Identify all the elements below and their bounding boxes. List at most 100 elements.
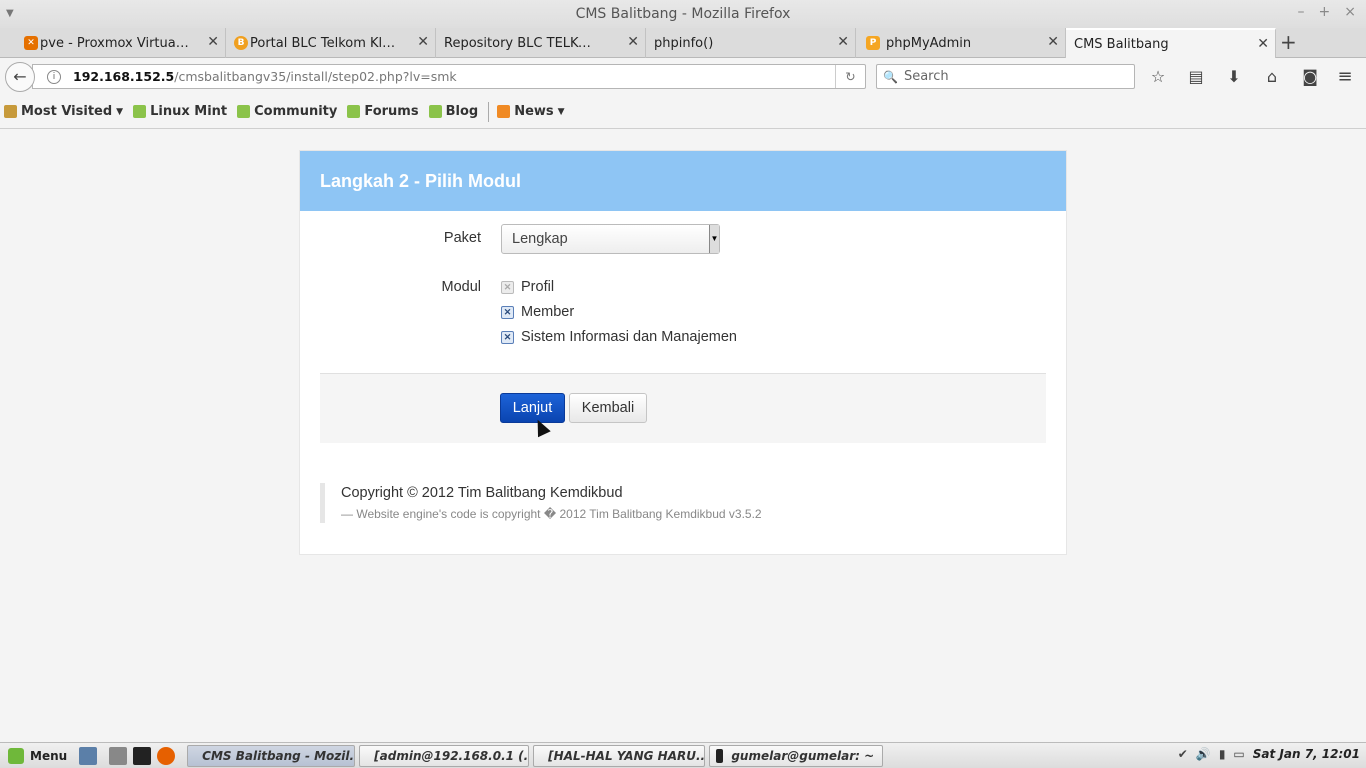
tab-close-icon[interactable]: ✕	[627, 34, 639, 50]
tab-repository[interactable]: Repository BLC TELKOM ✕	[436, 28, 646, 58]
lanjut-button[interactable]: Lanjut	[500, 393, 565, 423]
download-icon[interactable]: ⬇	[1220, 64, 1248, 89]
mint-icon	[237, 105, 251, 118]
task-firefox[interactable]: CMS Balitbang - Mozil...	[187, 744, 356, 767]
home-icon[interactable]: ⌂	[1258, 64, 1286, 89]
module-label: Profil	[521, 279, 555, 295]
bookmark-star-icon[interactable]: ☆	[1144, 64, 1172, 89]
module-profil[interactable]: ✕ Profil	[501, 279, 554, 295]
tab-label: CMS Balitbang	[1074, 36, 1169, 52]
battery-icon[interactable]: ▭	[1233, 747, 1244, 761]
url-path: /cmsbalitbangv35/install/step02.php?lv=s…	[174, 69, 457, 84]
start-menu-label: Menu	[30, 748, 68, 763]
bookmarks-toolbar: Most Visited ▼ Linux Mint Community Foru…	[0, 95, 1366, 129]
new-tab-icon[interactable]: +	[1280, 30, 1297, 54]
mint-icon	[347, 105, 361, 118]
mint-logo-icon	[8, 747, 24, 764]
kembali-button[interactable]: Kembali	[569, 393, 647, 423]
search-icon: 🔍	[883, 69, 898, 84]
window-titlebar: ▼ CMS Balitbang - Mozilla Firefox – + ×	[0, 0, 1366, 28]
terminal-icon	[716, 748, 724, 763]
firefox-launcher-icon[interactable]	[157, 746, 176, 765]
reload-icon[interactable]: ↻	[835, 65, 865, 88]
search-input[interactable]: 🔍 Search	[876, 64, 1135, 89]
bookmark-forums[interactable]: Forums	[347, 104, 419, 119]
folder-icon	[4, 105, 17, 118]
tab-label: phpinfo()	[654, 35, 714, 51]
chevron-down-icon: ▼	[116, 106, 124, 117]
task-terminal[interactable]: gumelar@gumelar: ~	[709, 744, 884, 767]
mint-icon	[133, 105, 147, 118]
system-taskbar: Menu CMS Balitbang - Mozil... [admin@192…	[0, 742, 1366, 768]
bookmark-blog[interactable]: Blog	[428, 104, 478, 119]
tab-label: Repository BLC TELKOM	[444, 35, 594, 51]
clock[interactable]: Sat Jan 7, 12:01	[1253, 747, 1360, 761]
tab-close-icon[interactable]: ✕	[207, 34, 219, 50]
hamburger-menu-icon[interactable]: ≡	[1332, 64, 1358, 89]
module-sim[interactable]: ✕ Sistem Informasi dan Manajemen	[501, 329, 737, 345]
bookmark-linux-mint[interactable]: Linux Mint	[133, 104, 227, 119]
module-member[interactable]: ✕ Member	[501, 304, 574, 320]
tab-close-icon[interactable]: ✕	[1257, 36, 1269, 52]
volume-icon[interactable]: 🔊	[1196, 747, 1211, 761]
form-actions: Lanjut Kembali	[320, 373, 1046, 443]
tab-phpmyadmin[interactable]: P phpMyAdmin ✕	[856, 28, 1066, 58]
bookmark-separator	[488, 101, 490, 122]
tab-phpinfo[interactable]: phpinfo() ✕	[646, 28, 856, 58]
tab-proxmox[interactable]: ✕ pve - Proxmox Virtual E... ✕	[16, 28, 226, 58]
file-manager-icon[interactable]	[109, 746, 128, 765]
bitcoin-favicon-icon: B	[234, 36, 248, 50]
page-title: Langkah 2 - Pilih Modul	[320, 170, 522, 191]
network-icon[interactable]: ▮	[1219, 747, 1226, 761]
back-arrow-icon: ←	[13, 67, 27, 86]
bookmark-label: Linux Mint	[150, 104, 228, 119]
bookmark-label: News	[514, 104, 554, 119]
phpmyadmin-favicon-icon: P	[866, 36, 880, 50]
bookmark-news[interactable]: News ▼	[497, 104, 565, 119]
engine-copyright-text: — Website engine's code is copyright � 2…	[341, 507, 762, 521]
checkbox-sim[interactable]: ✕	[501, 330, 514, 344]
task-document[interactable]: [HAL-HAL YANG HARU...	[533, 744, 706, 767]
pocket-icon[interactable]: ◙	[1296, 64, 1324, 89]
start-menu-button[interactable]: Menu	[8, 747, 68, 764]
bookmark-label: Forums	[364, 104, 419, 119]
task-label: [HAL-HAL YANG HARU...	[548, 748, 706, 763]
rss-icon	[497, 105, 511, 118]
paket-label: Paket	[443, 230, 481, 246]
tab-close-icon[interactable]: ✕	[1047, 34, 1059, 50]
chevron-down-icon: ▼	[557, 106, 565, 117]
toolbar-icons: ☆ ▤ ⬇ ⌂ ◙	[1144, 64, 1324, 89]
window-title: CMS Balitbang - Mozilla Firefox	[575, 6, 791, 22]
bookmark-community[interactable]: Community	[237, 104, 337, 119]
checkbox-member[interactable]: ✕	[501, 305, 514, 319]
tab-portal-blc[interactable]: B Portal BLC Telkom Klaten ✕	[226, 28, 436, 58]
tab-bar: ✕ pve - Proxmox Virtual E... ✕ B Portal …	[0, 28, 1366, 58]
site-info-icon[interactable]: i	[47, 69, 61, 84]
installer-header: Langkah 2 - Pilih Modul	[300, 151, 1066, 211]
bookmark-label: Most Visited	[21, 104, 113, 119]
tab-close-icon[interactable]: ✕	[417, 34, 429, 50]
tab-cms-balitbang[interactable]: CMS Balitbang ✕	[1066, 28, 1276, 58]
paket-select[interactable]: Lengkap ▼	[501, 224, 720, 254]
url-bar[interactable]: i 192.168.152.5/cmsbalitbangv35/install/…	[32, 64, 866, 89]
mint-icon	[428, 105, 442, 118]
back-button[interactable]: ←	[5, 62, 35, 92]
checkbox-profil[interactable]: ✕	[501, 280, 514, 294]
minimize-icon[interactable]: –	[1298, 4, 1305, 20]
reading-list-icon[interactable]: ▤	[1182, 64, 1210, 89]
maximize-icon[interactable]: +	[1319, 4, 1331, 20]
task-admin[interactable]: [admin@192.168.0.1 (...	[359, 744, 530, 767]
modul-label: Modul	[441, 279, 482, 295]
chevron-down-icon: ▼	[709, 225, 719, 253]
tab-label: phpMyAdmin	[886, 35, 972, 51]
bookmark-label: Community	[254, 104, 338, 119]
window-controls: – + ×	[1298, 4, 1356, 20]
terminal-icon[interactable]	[133, 746, 152, 765]
close-icon[interactable]: ×	[1344, 4, 1356, 20]
paket-selected-value: Lengkap	[512, 231, 568, 247]
shield-check-icon[interactable]: ✔	[1178, 747, 1188, 761]
bookmark-most-visited[interactable]: Most Visited ▼	[4, 104, 123, 119]
tab-close-icon[interactable]: ✕	[837, 34, 849, 50]
page-footer: Copyright © 2012 Tim Balitbang Kemdikbud…	[320, 483, 762, 523]
show-desktop-icon[interactable]	[79, 746, 98, 765]
